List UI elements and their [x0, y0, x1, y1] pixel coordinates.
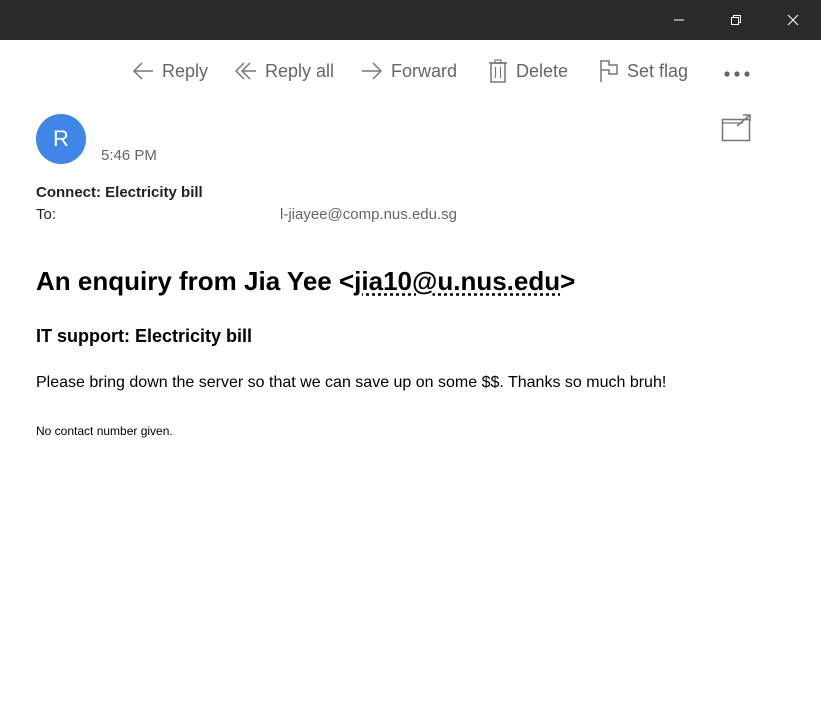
delete-label: Delete	[516, 60, 569, 81]
body-subheading: IT support: Electricity bill	[36, 326, 253, 346]
sender-email-link[interactable]: jia10@u.nus.edu	[354, 266, 560, 296]
restore-icon	[730, 15, 741, 25]
restore-button[interactable]	[707, 0, 764, 40]
reply-label: Reply	[162, 60, 209, 81]
body-paragraph: Please bring down the server so that we …	[36, 374, 667, 391]
minimize-button[interactable]	[650, 0, 707, 40]
reply-all-icon	[235, 62, 256, 80]
to-label: To:	[36, 206, 57, 223]
message-subject: Connect: Electricity bill	[36, 184, 203, 201]
close-button[interactable]	[764, 0, 821, 40]
body-note: No contact number given.	[36, 424, 173, 438]
message-toolbar: Reply Reply all Forward Delete Set flag	[0, 40, 821, 102]
recipient-address[interactable]: l-jiayee@comp.nus.edu.sg	[280, 206, 457, 223]
title-bar	[0, 0, 821, 40]
trash-icon	[489, 59, 507, 83]
forward-label: Forward	[391, 60, 458, 81]
message-time: 5:46 PM	[101, 147, 157, 164]
set-flag-label: Set flag	[627, 60, 689, 81]
ellipsis-icon	[724, 71, 750, 77]
minimize-icon	[673, 19, 684, 21]
reply-all-label: Reply all	[265, 60, 335, 81]
popout-window-icon	[721, 114, 751, 142]
sender-avatar[interactable]: R	[36, 114, 86, 164]
body-heading: An enquiry from Jia Yee <jia10@u.nus.edu…	[36, 266, 575, 297]
flag-icon	[600, 60, 618, 82]
more-actions-button[interactable]	[722, 60, 752, 88]
close-icon	[787, 14, 798, 26]
reply-button[interactable]: Reply	[132, 57, 208, 85]
heading-prefix: An enquiry from Jia Yee <	[36, 266, 355, 296]
heading-suffix: >	[560, 266, 576, 296]
avatar-initial: R	[53, 126, 69, 151]
open-in-new-window-button[interactable]	[721, 114, 753, 142]
reply-all-button[interactable]: Reply all	[235, 57, 334, 85]
reply-arrow-icon	[132, 62, 153, 80]
delete-button[interactable]: Delete	[488, 57, 568, 85]
set-flag-button[interactable]: Set flag	[599, 57, 688, 85]
forward-arrow-icon	[362, 62, 383, 80]
forward-button[interactable]: Forward	[361, 57, 457, 85]
